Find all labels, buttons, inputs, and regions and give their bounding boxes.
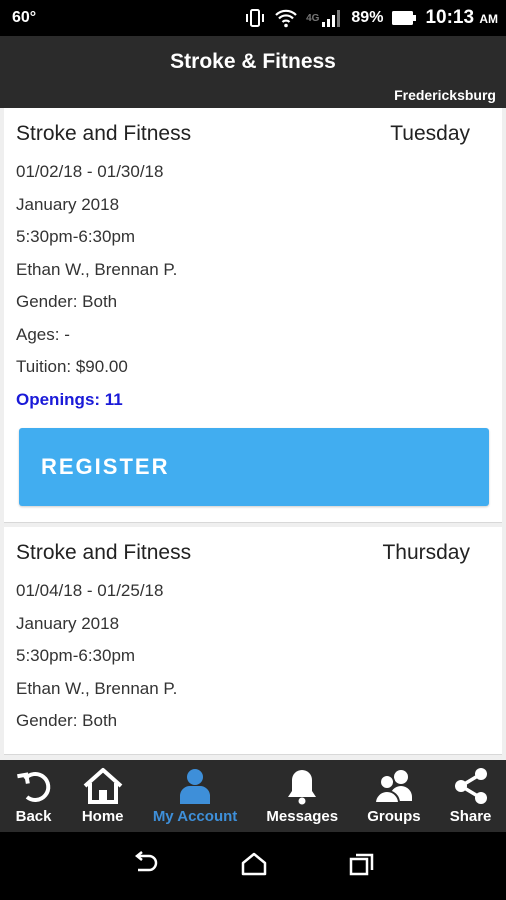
- battery-icon: [391, 9, 417, 27]
- wifi-icon: [274, 7, 298, 29]
- user-icon: [178, 765, 212, 805]
- class-dates: 01/04/18 - 01/25/18: [16, 581, 164, 600]
- location-label[interactable]: Fredericksburg: [394, 87, 496, 103]
- nav-messages[interactable]: Messages: [252, 760, 353, 832]
- signal-icon: 4G: [306, 8, 343, 28]
- nav-back[interactable]: Back: [0, 760, 67, 832]
- page-title: Stroke & Fitness: [170, 50, 336, 73]
- nav-home[interactable]: Home: [67, 760, 138, 832]
- class-card-header: Stroke and Fitness Tuesday: [16, 122, 490, 146]
- class-instructors: Ethan W., Brennan P.: [16, 678, 178, 698]
- system-home-icon[interactable]: [240, 851, 268, 882]
- class-day: Thursday: [382, 541, 470, 564]
- group-icon: [373, 765, 415, 805]
- nav-share[interactable]: Share: [435, 760, 506, 832]
- share-icon: [452, 765, 490, 805]
- network-type: 4G: [306, 12, 320, 24]
- class-card: Stroke and Fitness Tuesday 01/02/18 - 01…: [4, 108, 502, 523]
- battery-percent: 89%: [351, 9, 384, 26]
- system-nav-bar: [0, 832, 506, 900]
- app-bar: Stroke & Fitness Fredericksburg: [0, 36, 506, 108]
- class-day: Tuesday: [390, 122, 470, 145]
- class-name: Stroke and Fitness: [16, 122, 192, 145]
- home-icon: [82, 765, 124, 805]
- clock-time: 10:13: [425, 7, 475, 28]
- system-back-icon[interactable]: [130, 850, 160, 882]
- clock: 10:13 AM: [425, 7, 498, 29]
- class-gender: Gender: Both: [16, 292, 118, 311]
- register-button[interactable]: REGISTER: [19, 428, 489, 506]
- class-name: Stroke and Fitness: [16, 541, 192, 564]
- bell-icon: [285, 765, 319, 805]
- system-recents-icon[interactable]: [348, 851, 376, 882]
- class-card-header: Stroke and Fitness Thursday: [16, 541, 490, 565]
- nav-label: My Account: [152, 808, 238, 825]
- temperature: 60°: [12, 9, 37, 26]
- class-ages: Ages: -: [16, 324, 70, 344]
- class-openings: Openings: 11: [16, 389, 123, 409]
- status-icons: 4G 89% 10:13 AM: [244, 7, 498, 29]
- clock-ampm: AM: [479, 12, 498, 26]
- vibrate-icon: [244, 7, 266, 29]
- class-tuition: Tuition: $90.00: [16, 357, 128, 376]
- status-bar: 60° 4G 89% 10:13 AM: [0, 0, 506, 36]
- class-instructors: Ethan W., Brennan P.: [16, 259, 178, 279]
- class-time: 5:30pm-6:30pm: [16, 227, 136, 246]
- class-month: January 2018: [16, 613, 120, 633]
- bottom-nav: Back Home My Account Messages Groups Sha…: [0, 760, 506, 832]
- class-card: Stroke and Fitness Thursday 01/04/18 - 0…: [4, 527, 502, 755]
- class-gender: Gender: Both: [16, 711, 118, 730]
- class-dates: 01/02/18 - 01/30/18: [16, 162, 164, 181]
- class-time: 5:30pm-6:30pm: [16, 646, 136, 665]
- class-list[interactable]: Stroke and Fitness Tuesday 01/02/18 - 01…: [0, 108, 506, 760]
- nav-my-account[interactable]: My Account: [138, 760, 252, 832]
- nav-label: Messages: [266, 808, 339, 825]
- nav-groups[interactable]: Groups: [353, 760, 435, 832]
- nav-label: Groups: [367, 808, 421, 825]
- nav-label: Home: [81, 808, 124, 825]
- nav-label: Share: [449, 808, 492, 825]
- nav-label: Back: [15, 808, 52, 825]
- back-arrow-icon: [15, 765, 53, 805]
- class-month: January 2018: [16, 194, 120, 214]
